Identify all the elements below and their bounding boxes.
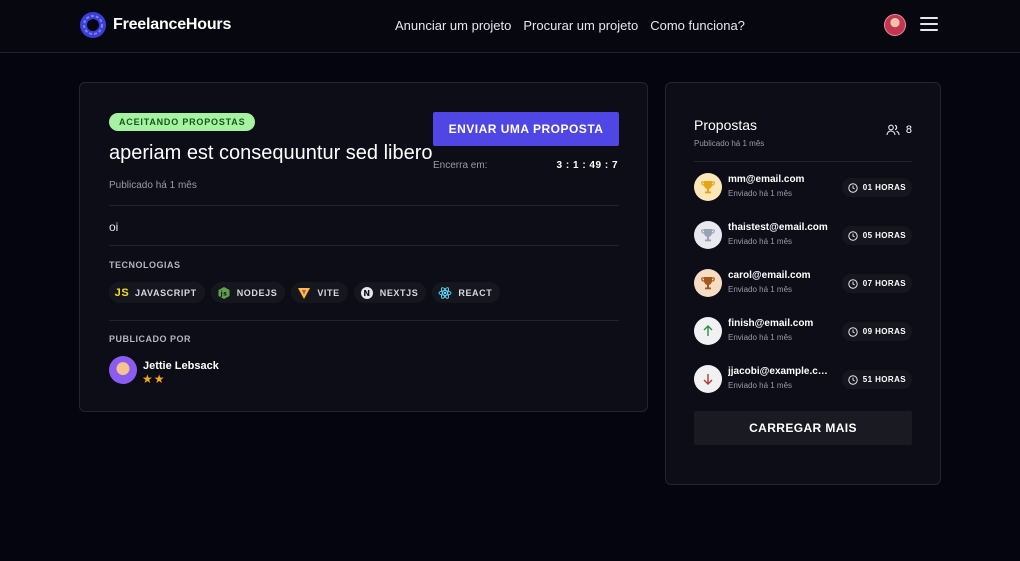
tech-tag-nodejs: js NODEJS [210, 282, 286, 303]
user-avatar[interactable] [884, 14, 906, 36]
tech-label: REACT [458, 287, 493, 298]
proposal-hours-badge: 09 HORAS [841, 322, 912, 341]
proposal-email: thaistest@email.com [728, 222, 828, 233]
javascript-icon: JS [114, 286, 130, 299]
tech-tag-nextjs: N NEXTJS [353, 282, 427, 303]
proposal-hours-badge: 01 HORAS [841, 178, 912, 197]
clock-icon [848, 182, 858, 193]
gold-trophy-icon [694, 173, 722, 201]
nav-announce-project[interactable]: Anunciar um projeto [395, 18, 511, 33]
technologies-heading: TECNOLOGIAS [109, 260, 181, 270]
proposal-email: jjacobi@example.com [728, 366, 828, 377]
nav-search-project[interactable]: Procurar um projeto [523, 18, 638, 33]
hamburger-menu-icon[interactable] [920, 17, 938, 31]
tech-label: JAVASCRIPT [135, 287, 197, 298]
logo-icon [80, 12, 106, 38]
divider [109, 320, 619, 321]
proposal-sent: Enviado há 1 mês [728, 189, 793, 198]
proposals-count-value: 8 [905, 124, 912, 136]
proposal-item[interactable]: thaistest@email.com Enviado há 1 mês 05 … [694, 221, 912, 251]
proposal-item[interactable]: finish@email.com Enviado há 1 mês 09 HOR… [694, 317, 912, 347]
react-icon [438, 286, 452, 299]
proposal-item[interactable]: carol@email.com Enviado há 1 mês 07 HORA… [694, 269, 912, 299]
tech-label: VITE [317, 287, 340, 298]
load-more-button[interactable]: CARREGAR MAIS [694, 411, 912, 445]
proposal-item[interactable]: mm@email.com Enviado há 1 mês 01 HORAS [694, 173, 912, 203]
main-nav: Anunciar um projeto Procurar um projeto … [395, 18, 745, 33]
tech-tag-react: REACT [432, 282, 501, 303]
proposals-count: 8 [886, 124, 912, 136]
vite-icon [298, 287, 311, 299]
clock-icon [848, 374, 858, 385]
technology-list: JS JAVASCRIPT js NODEJS VITE N NEXTJS RE… [109, 282, 501, 303]
proposal-hours-badge: 07 HORAS [841, 274, 912, 293]
divider [109, 245, 619, 246]
author-name[interactable]: Jettie Lebsack [143, 360, 219, 372]
tech-tag-vite: VITE [291, 282, 348, 303]
svg-text:js: js [219, 290, 227, 297]
divider [694, 161, 912, 162]
proposal-hours: 51 HORAS [862, 375, 906, 384]
top-header: FreelanceHours Anunciar um projeto Procu… [0, 0, 1020, 53]
divider [109, 205, 619, 206]
author-avatar[interactable] [109, 356, 137, 384]
proposal-hours: 05 HORAS [862, 231, 906, 240]
arrow-up-icon [694, 317, 722, 345]
author-rating-stars: ★★ [142, 372, 166, 386]
send-proposal-button[interactable]: ENVIAR UMA PROPOSTA [433, 112, 619, 146]
svg-text:N: N [363, 289, 370, 298]
proposal-sent: Enviado há 1 mês [728, 285, 793, 294]
ends-label: Encerra em: [433, 160, 488, 171]
nav-how-it-works[interactable]: Como funciona? [650, 18, 745, 33]
proposal-email: finish@email.com [728, 318, 814, 329]
proposal-hours-badge: 51 HORAS [841, 370, 912, 389]
proposal-email: mm@email.com [728, 174, 805, 185]
proposal-sent: Enviado há 1 mês [728, 237, 793, 246]
proposal-sent: Enviado há 1 mês [728, 333, 793, 342]
published-by-heading: PUBLICADO POR [109, 334, 192, 344]
arrow-down-icon [694, 365, 722, 393]
nextjs-icon: N [360, 286, 373, 299]
proposal-item[interactable]: jjacobi@example.com Enviado há 1 mês 51 … [694, 365, 912, 395]
status-badge: ACEITANDO PROPOSTAS [109, 113, 256, 131]
clock-icon [848, 278, 858, 289]
project-title: aperiam est consequuntur sed libero [109, 142, 433, 164]
tech-tag-javascript: JS JAVASCRIPT [109, 282, 205, 303]
clock-icon [848, 326, 858, 337]
proposal-sent: Enviado há 1 mês [728, 381, 793, 390]
countdown-timer: 3 : 1 : 49 : 7 [556, 160, 618, 171]
tech-label: NEXTJS [379, 287, 419, 298]
brand-logo[interactable]: FreelanceHours [79, 11, 231, 39]
proposal-hours: 07 HORAS [862, 279, 906, 288]
proposal-hours: 09 HORAS [862, 327, 906, 336]
users-icon [886, 124, 900, 136]
proposal-email: carol@email.com [728, 270, 811, 281]
tech-label: NODEJS [236, 287, 278, 298]
proposals-card: Propostas Publicado há 1 mês 8 mm@email.… [665, 82, 941, 485]
project-card: ACEITANDO PROPOSTAS aperiam est consequu… [79, 82, 648, 412]
nodejs-icon: js [218, 286, 230, 299]
project-published: Publicado há 1 mês [109, 180, 197, 191]
brand-name: FreelanceHours [113, 16, 232, 33]
proposal-hours: 01 HORAS [862, 183, 906, 192]
proposal-hours-badge: 05 HORAS [841, 226, 912, 245]
proposals-title: Propostas [694, 117, 758, 133]
clock-icon [848, 230, 858, 241]
bronze-trophy-icon [694, 269, 722, 297]
proposals-subtitle: Publicado há 1 mês [694, 139, 765, 148]
project-description: oi [109, 220, 119, 234]
silver-trophy-icon [694, 221, 722, 249]
